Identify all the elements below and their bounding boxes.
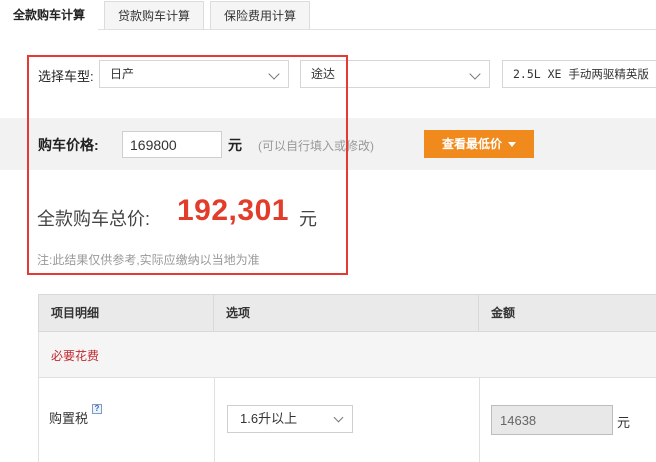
price-label: 购车价格: [38, 137, 99, 153]
disclaimer-note: 注:此结果仅供参考,实际应缴纳以当地为准 [37, 253, 260, 267]
caret-down-icon [508, 142, 516, 148]
tab-loan-payment[interactable]: 贷款购车计算 [104, 1, 204, 29]
calculator-tabs: 全款购车计算 贷款购车计算 保险费用计算 [0, 0, 656, 30]
price-input[interactable] [122, 131, 222, 158]
price-unit: 元 [228, 137, 242, 153]
table-row: 购置税 ? 1.6升以上 元 [38, 378, 656, 462]
chevron-down-icon [333, 412, 344, 423]
purchase-tax-unit: 元 [617, 415, 631, 430]
total-price-unit: 元 [299, 209, 317, 229]
column-header-amount: 金额 [491, 306, 516, 320]
cell-divider [479, 378, 480, 462]
column-header-option: 选项 [214, 295, 479, 331]
total-price-value: 192,301 [177, 194, 289, 227]
purchase-tax-amount-field[interactable] [491, 405, 613, 435]
tab-insurance-cost[interactable]: 保险费用计算 [210, 1, 310, 29]
displacement-select-value: 1.6升以上 [240, 411, 298, 426]
view-lowest-price-button[interactable]: 查看最低价 [424, 130, 534, 158]
chevron-down-icon [268, 68, 280, 80]
model-select-label: 选择车型: [38, 69, 94, 84]
brand-select[interactable]: 日产 [99, 60, 289, 88]
trim-select-value: 2.5L XE 手动两驱精英版 [513, 67, 649, 81]
section-row-required: 必要花费 [38, 332, 656, 378]
cell-divider [214, 378, 215, 462]
series-select[interactable]: 途达 [300, 60, 490, 88]
displacement-select[interactable]: 1.6升以上 [227, 405, 353, 433]
purchase-tax-label: 购置税 [49, 411, 89, 426]
section-title: 必要花费 [51, 349, 100, 363]
view-lowest-price-label: 查看最低价 [441, 137, 502, 151]
price-hint: (可以自行填入或修改) [258, 139, 374, 153]
tab-full-payment[interactable]: 全款购车计算 [0, 0, 98, 30]
brand-select-value: 日产 [110, 67, 135, 81]
trim-select[interactable]: 2.5L XE 手动两驱精英版 [502, 60, 656, 88]
column-header-item: 项目明细 [39, 295, 214, 331]
help-icon[interactable]: ? [92, 404, 102, 414]
table-header: 项目明细 选项 金额 [38, 294, 656, 332]
series-select-value: 途达 [311, 67, 336, 81]
chevron-down-icon [469, 68, 481, 80]
total-price-label: 全款购车总价: [37, 209, 151, 229]
